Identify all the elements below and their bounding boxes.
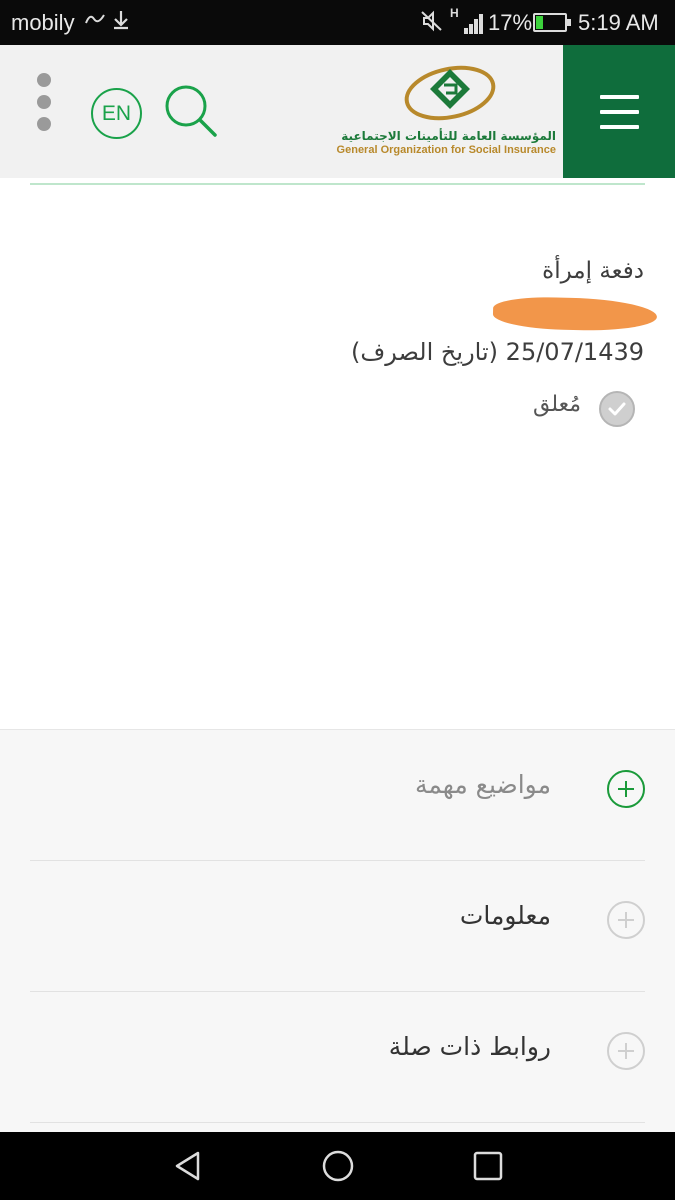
app-header: EN المؤسسة العامة للتأمينات الاجتماعية G… xyxy=(0,45,675,178)
logo-arabic-name: المؤسسة العامة للتأمينات الاجتماعية xyxy=(341,129,556,143)
download-icon xyxy=(110,9,132,37)
plus-circle-icon[interactable] xyxy=(607,901,645,939)
clock: 5:19 AM xyxy=(578,10,659,35)
search-icon[interactable] xyxy=(163,83,219,139)
more-vert-icon[interactable] xyxy=(36,73,52,131)
back-icon[interactable] xyxy=(171,1149,205,1183)
logo-english-name: General Organization for Social Insuranc… xyxy=(336,144,556,156)
link-icon xyxy=(84,9,106,35)
payment-status: مُعلق xyxy=(475,388,635,428)
accordion-item-important-topics[interactable]: مواضيع مهمة xyxy=(30,730,645,861)
accordion-item-related-links[interactable]: روابط ذات صلة xyxy=(30,992,645,1123)
carrier-name: mobily xyxy=(11,10,75,35)
payment-date: 25/07/1439 (تاريخ الصرف) xyxy=(351,338,644,366)
payment-date-value: 25/07/1439 xyxy=(505,338,644,366)
payment-type: دفعة إمرأة xyxy=(542,258,644,284)
check-circle-icon xyxy=(599,391,635,427)
accordion-label: روابط ذات صلة xyxy=(388,1032,551,1061)
navigation-bar xyxy=(0,1132,675,1200)
status-label: مُعلق xyxy=(532,392,581,417)
redacted-value xyxy=(492,295,658,333)
accordion-item-information[interactable]: معلومات xyxy=(30,861,645,992)
accordion-label: معلومات xyxy=(459,901,551,930)
payment-date-label: (تاريخ الصرف) xyxy=(351,338,499,366)
gosi-logo: المؤسسة العامة للتأمينات الاجتماعية Gene… xyxy=(336,63,560,163)
recents-icon[interactable] xyxy=(471,1149,505,1183)
mute-icon xyxy=(420,9,444,39)
plus-circle-icon[interactable] xyxy=(607,1032,645,1070)
plus-circle-icon[interactable] xyxy=(607,770,645,808)
status-bar: mobily H 17% 5:19 AM xyxy=(0,0,675,45)
hamburger-menu-icon[interactable] xyxy=(563,45,675,178)
logo-mark-icon xyxy=(404,65,496,121)
accordion: مواضيع مهمة معلومات روابط ذات صلة xyxy=(0,729,675,1132)
header-divider xyxy=(30,183,645,185)
language-button[interactable]: EN xyxy=(91,88,142,139)
signal-icon xyxy=(458,12,484,34)
home-icon[interactable] xyxy=(321,1149,355,1183)
battery-icon xyxy=(533,13,571,32)
battery-percent: 17% xyxy=(488,10,533,35)
accordion-label: مواضيع مهمة xyxy=(414,770,551,799)
